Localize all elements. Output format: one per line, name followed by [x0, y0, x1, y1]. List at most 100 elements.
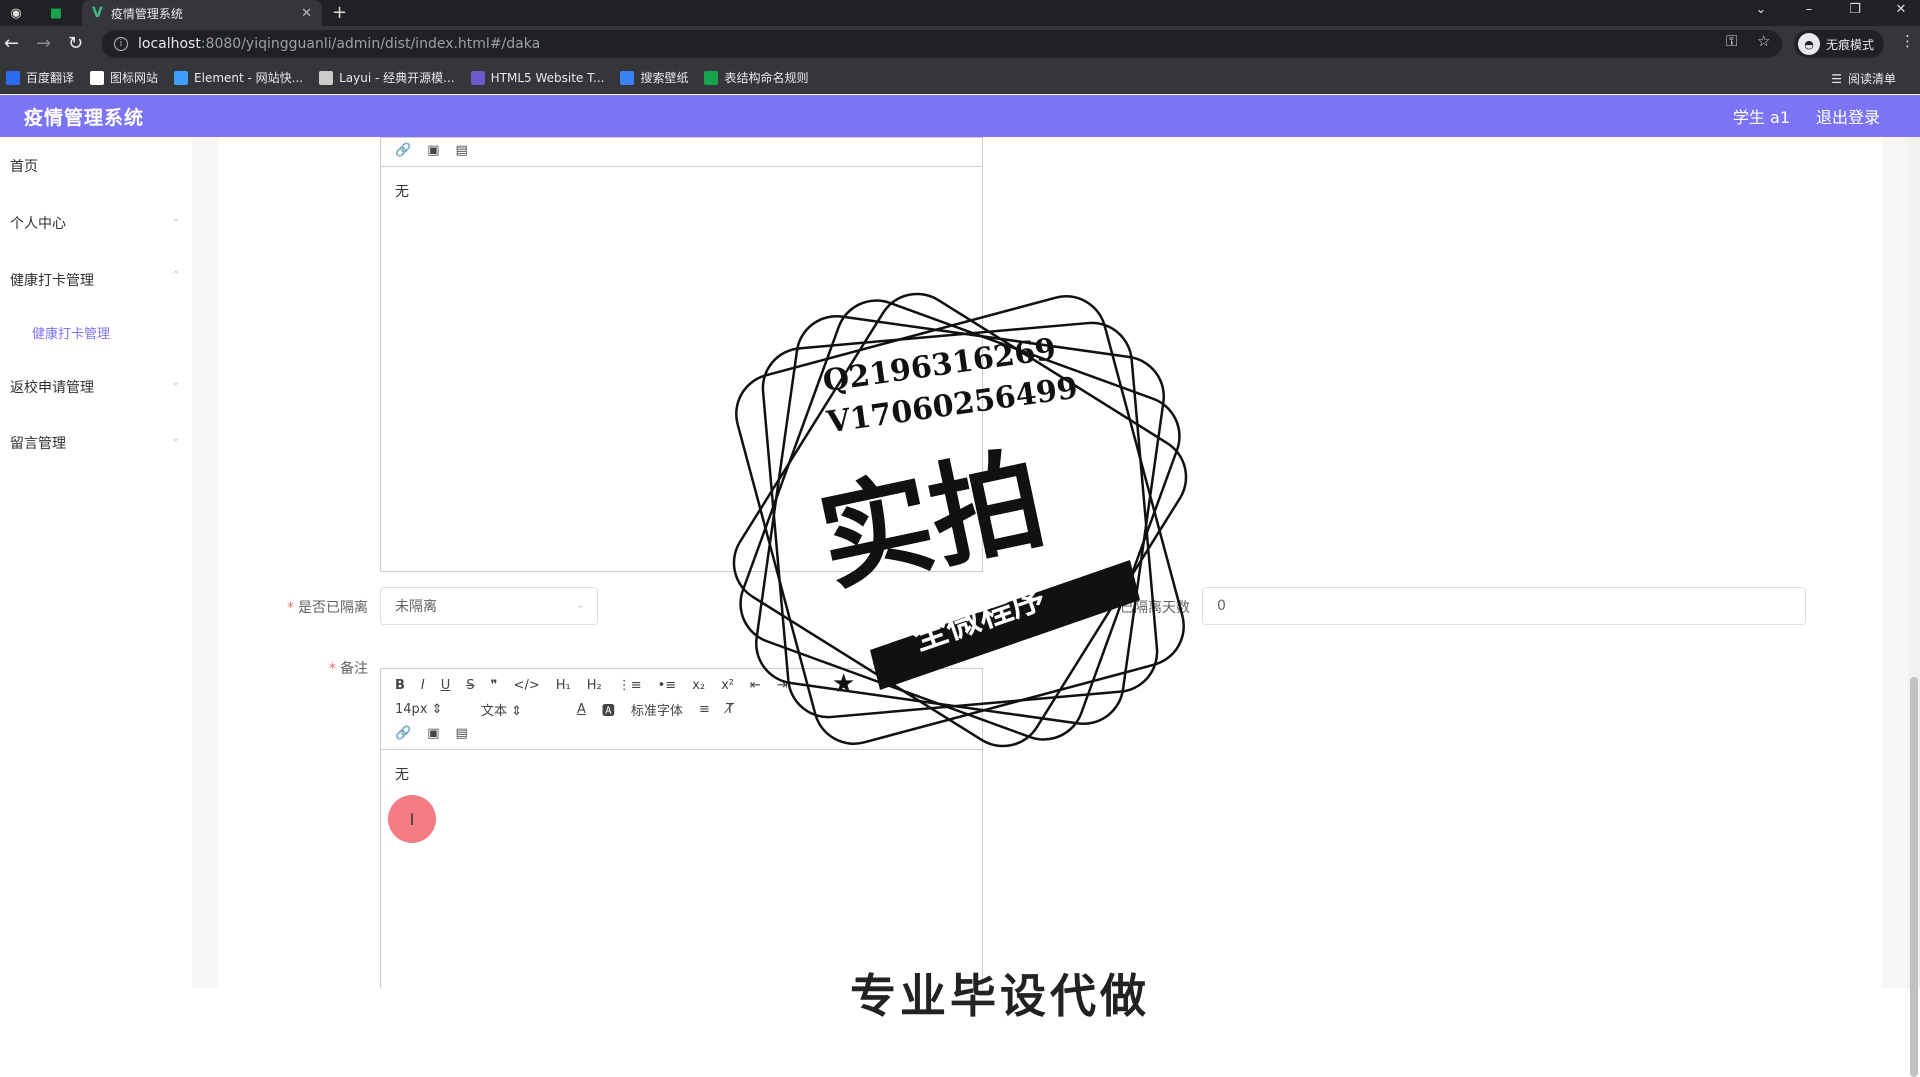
incognito-label: 无痕模式 — [1826, 37, 1875, 52]
sidebar-item-label: 返校申请管理 — [10, 380, 94, 396]
bullet-list-icon[interactable]: •≡ — [658, 678, 677, 693]
sidebar-subitem-health-checkin[interactable]: 健康打卡管理 — [32, 323, 110, 342]
indent-icon[interactable]: ⇥ — [777, 678, 788, 693]
reading-list-icon: ☰ — [1831, 71, 1842, 86]
editor-content[interactable]: 无 — [381, 750, 982, 798]
bookmark-item[interactable]: 搜索壁纸 — [620, 69, 688, 86]
close-tab-icon[interactable]: ✕ — [301, 6, 312, 21]
subscript-icon[interactable]: x₂ — [692, 678, 705, 693]
days-label: * 已隔离天数 — [1109, 600, 1190, 616]
h1-icon[interactable]: H₁ — [556, 678, 571, 693]
days-value: 0 — [1217, 598, 1226, 614]
bookmark-item[interactable]: Element - 网站快... — [174, 69, 303, 86]
new-tab-icon[interactable]: + — [332, 2, 347, 23]
sidebar-item-health-checkin[interactable]: 健康打卡管理 ⌃ — [10, 270, 180, 290]
underline-icon[interactable]: U — [441, 678, 451, 693]
sidebar-item-home[interactable]: 首页 — [10, 156, 180, 176]
click-indicator: I — [388, 795, 436, 843]
browser-menu-icon[interactable]: ◉ — [6, 3, 26, 23]
sidebar-item-return-school[interactable]: 返校申请管理 ⌄ — [10, 377, 180, 397]
bookmark-label: 搜索壁纸 — [640, 71, 689, 85]
sidebar-item-messages[interactable]: 留言管理 ⌄ — [10, 433, 180, 453]
sidebar: 首页 个人中心 ⌄ 健康打卡管理 ⌃ 健康打卡管理 返校申请管理 ⌄ 留言管理 ⌄ — [0, 137, 192, 988]
rich-editor-1[interactable]: 🔗 ▣ ▤ 无 — [380, 137, 983, 572]
clear-format-icon[interactable]: T̸ — [726, 702, 734, 717]
bold-icon[interactable]: B — [395, 678, 405, 693]
bookmark-label: HTML5 Website T... — [490, 70, 605, 85]
chevron-down-icon: ⌄ — [171, 377, 180, 388]
minimize-icon[interactable]: – — [1794, 2, 1824, 17]
isolated-select[interactable]: 未隔离 ⌄ — [380, 587, 598, 625]
h2-icon[interactable]: H₂ — [587, 678, 602, 693]
sidebar-item-profile[interactable]: 个人中心 ⌄ — [10, 213, 180, 233]
bookmark-item[interactable]: 图标网站 — [90, 69, 158, 86]
editor-toolbar: 🔗 ▣ ▤ — [381, 138, 982, 167]
superscript-icon[interactable]: x² — [721, 678, 734, 693]
link-icon[interactable]: 🔗 — [395, 726, 411, 741]
italic-icon[interactable]: I — [421, 678, 425, 693]
browser-tab-active[interactable]: V 疫情管理系统 ✕ — [82, 0, 322, 26]
bookmark-label: Element - 网站快... — [194, 71, 304, 85]
rich-editor-2[interactable]: B I U S ❞ </> H₁ H₂ ⋮≡ •≡ x₂ x² ⇤ ⇥ 14px… — [380, 668, 983, 988]
ordered-list-icon[interactable]: ⋮≡ — [618, 678, 642, 693]
image-icon[interactable]: ▣ — [427, 726, 439, 741]
background-color-icon[interactable]: 🅰 — [602, 700, 615, 719]
link-icon[interactable]: 🔗 — [395, 143, 411, 158]
bookmarks-bar: 百度翻译 图标网站 Element - 网站快... Layui - 经典开源模… — [0, 62, 1920, 94]
bookmark-favicon-icon — [620, 70, 635, 85]
bookmark-item[interactable]: 百度翻译 — [6, 69, 74, 86]
site-info-icon[interactable]: i — [114, 37, 128, 51]
bookmark-label: 图标网站 — [110, 71, 159, 85]
bookmark-star-icon[interactable]: ☆ — [1757, 32, 1770, 50]
editor-content[interactable]: 无 — [381, 167, 982, 215]
quote-icon[interactable]: ❞ — [491, 678, 498, 693]
align-icon[interactable]: ≡ — [699, 702, 710, 717]
reload-icon[interactable]: ↻ — [68, 33, 83, 54]
window-close-icon[interactable]: ✕ — [1886, 2, 1916, 17]
incognito-badge[interactable]: ◓ 无痕模式 — [1794, 30, 1885, 58]
bookmark-favicon-icon — [6, 70, 20, 85]
key-icon[interactable]: ⚿ — [1726, 32, 1737, 50]
bookmark-favicon-icon — [470, 70, 485, 85]
chevron-up-icon: ⌃ — [171, 270, 180, 281]
outdent-icon[interactable]: ⇤ — [750, 678, 761, 693]
editor-toolbar: B I U S ❞ </> H₁ H₂ ⋮≡ •≡ x₂ x² ⇤ ⇥ 14px… — [381, 669, 982, 750]
block-type-select[interactable]: 文本 ⇕ — [481, 700, 561, 719]
image-icon[interactable]: ▣ — [427, 143, 439, 158]
incognito-icon: ◓ — [1798, 33, 1820, 55]
bookmark-item[interactable]: HTML5 Website T... — [470, 70, 605, 85]
video-icon[interactable]: ▤ — [455, 726, 467, 741]
font-family-select[interactable]: 标准字体 — [631, 700, 683, 719]
strike-icon[interactable]: S — [466, 678, 474, 693]
code-icon[interactable]: </> — [514, 678, 540, 693]
scrollbar-thumb[interactable] — [1910, 677, 1918, 1077]
chevron-down-icon: ⌄ — [575, 598, 585, 611]
sidebar-item-label: 个人中心 — [10, 216, 66, 232]
bookmark-favicon-icon — [319, 70, 334, 85]
current-user[interactable]: 学生 a1 — [1733, 104, 1790, 128]
isolated-value: 未隔离 — [395, 599, 437, 615]
sidebar-item-label: 首页 — [10, 159, 38, 175]
days-input[interactable]: 0 — [1202, 587, 1806, 625]
font-color-icon[interactable]: A — [577, 702, 586, 717]
pinned-tab-icon[interactable]: ■ — [46, 3, 66, 23]
watermark-bottom: 专业毕设代做 — [850, 969, 1150, 1023]
page-scrollbar[interactable] — [1908, 137, 1920, 1077]
app-header: 疫情管理系统 学生 a1 退出登录 — [0, 95, 1920, 137]
video-icon[interactable]: ▤ — [455, 143, 467, 158]
bookmark-favicon-icon — [174, 70, 189, 85]
restore-icon[interactable]: ❐ — [1840, 2, 1870, 17]
address-bar-row: ← → ↻ i localhost:8080/yiqingguanli/admi… — [0, 26, 1920, 62]
tab-title: 疫情管理系统 — [110, 6, 183, 21]
browser-menu-dots-icon[interactable]: ⋮ — [1900, 32, 1915, 50]
bookmark-item[interactable]: Layui - 经典开源模... — [319, 69, 455, 86]
sidebar-item-label: 留言管理 — [10, 436, 66, 452]
font-size-select[interactable]: 14px ⇕ — [395, 702, 465, 717]
logout-button[interactable]: 退出登录 — [1816, 104, 1880, 128]
forward-icon[interactable]: → — [36, 33, 51, 54]
reading-list-button[interactable]: ☰ 阅读清单 — [1831, 70, 1896, 87]
tab-search-icon[interactable]: ⌄ — [1746, 2, 1776, 17]
bookmark-item[interactable]: 表结构命名规则 — [704, 69, 808, 86]
url-input[interactable]: i localhost:8080/yiqingguanli/admin/dist… — [102, 30, 1782, 58]
back-icon[interactable]: ← — [4, 33, 19, 54]
